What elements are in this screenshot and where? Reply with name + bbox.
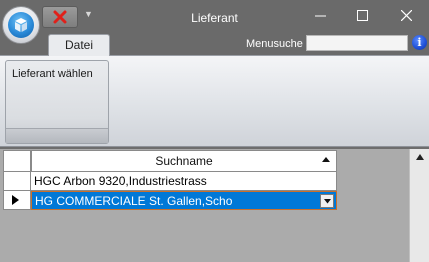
table-row-selected[interactable]: HG COMMERCIALE St. Gallen,Scho: [31, 191, 337, 210]
ribbon-group-footer: [6, 128, 108, 143]
grid-corner-header: [3, 150, 31, 172]
menu-search-label: Menusuche: [246, 38, 303, 50]
info-icon[interactable]: i: [412, 35, 427, 50]
3d-cube-icon: [8, 12, 34, 38]
vertical-scrollbar[interactable]: [409, 149, 429, 262]
minimize-icon: [315, 15, 326, 17]
menu-search-input[interactable]: [306, 35, 408, 51]
column-header-label: Suchname: [155, 154, 213, 168]
scroll-up-icon[interactable]: [416, 154, 424, 160]
table-row[interactable]: HGC Arbon 9320,Industriestrass: [31, 172, 337, 191]
ribbon-group: Lieferant wählen: [5, 60, 109, 144]
column-header-suchname[interactable]: Suchname: [31, 150, 337, 172]
cell-dropdown-button[interactable]: [320, 194, 334, 208]
current-row-arrow-icon: [12, 195, 19, 205]
tab-datei[interactable]: Datei: [48, 34, 110, 56]
maximize-button[interactable]: [345, 0, 379, 30]
row-header[interactable]: [3, 172, 31, 191]
cell-suchname: HG COMMERCIALE St. Gallen,Scho: [35, 194, 233, 208]
sort-ascending-icon: [322, 157, 330, 162]
maximize-icon: [357, 10, 368, 21]
select-supplier-button[interactable]: Lieferant wählen: [12, 68, 93, 80]
minimize-button[interactable]: [303, 0, 337, 30]
close-icon: [401, 10, 412, 21]
ribbon: Lieferant wählen: [0, 55, 429, 147]
app-menu-button[interactable]: [2, 6, 40, 44]
cell-suchname: HGC Arbon 9320,Industriestrass: [34, 174, 207, 188]
close-button[interactable]: [389, 0, 423, 30]
chevron-down-icon: [324, 199, 331, 204]
row-header-current[interactable]: [3, 191, 31, 210]
